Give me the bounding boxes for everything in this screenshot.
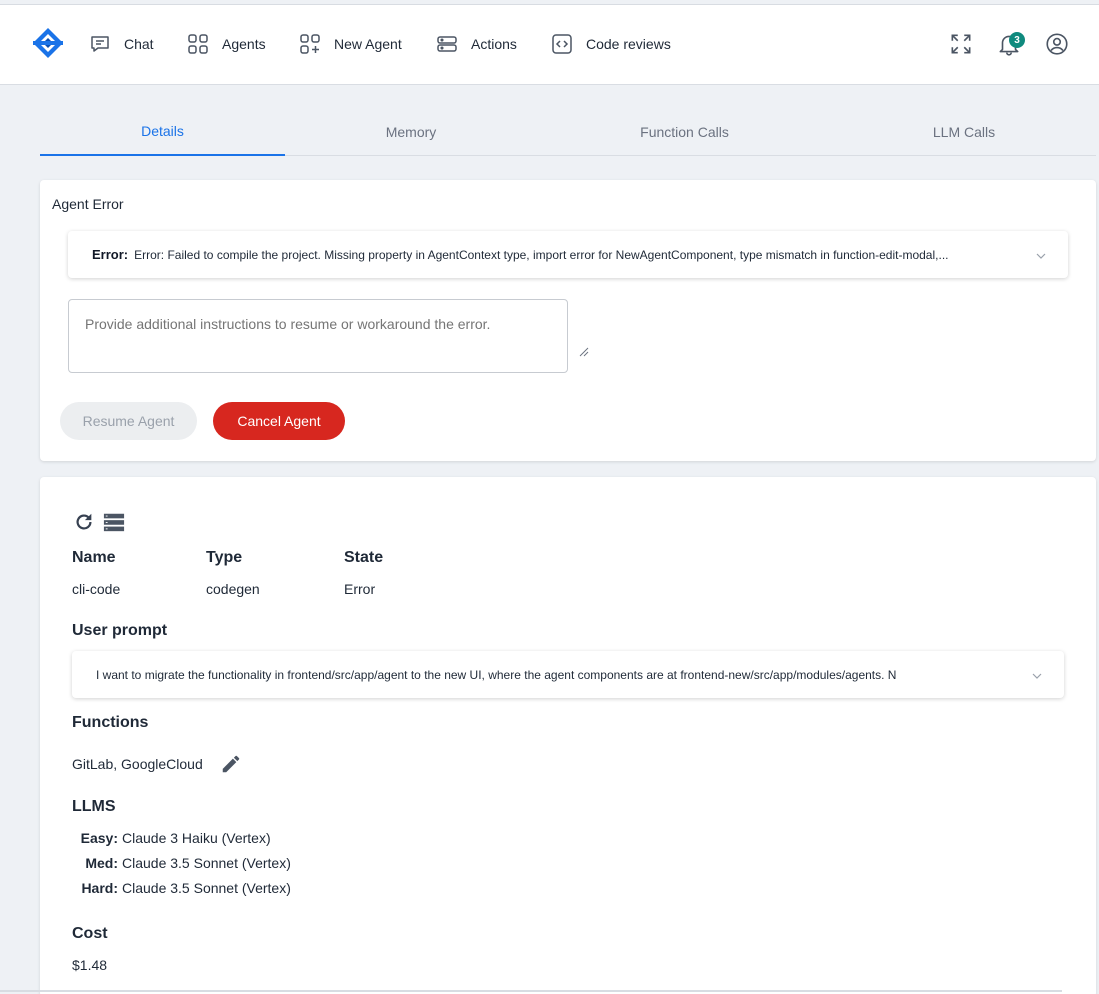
tab-details[interactable]: Details bbox=[40, 108, 285, 156]
nav-actions[interactable]: Actions bbox=[435, 32, 517, 56]
tab-llm-calls[interactable]: LLM Calls bbox=[832, 108, 1096, 156]
functions-value: GitLab, GoogleCloud bbox=[72, 756, 203, 772]
llm-model-med: Claude 3.5 Sonnet (Vertex) bbox=[122, 855, 291, 871]
top-navbar: Chat Agents New Agent Actions Code revie… bbox=[0, 5, 1099, 85]
llm-row-hard: Hard: Claude 3.5 Sonnet (Vertex) bbox=[72, 880, 291, 896]
tab-function-calls[interactable]: Function Calls bbox=[537, 108, 832, 156]
agent-error-card: Agent Error Error: Error: Failed to comp… bbox=[40, 180, 1096, 461]
new-agent-icon bbox=[300, 34, 320, 54]
chevron-down-icon bbox=[1036, 253, 1046, 259]
app-logo-icon[interactable] bbox=[30, 25, 66, 61]
agent-type-value: codegen bbox=[206, 581, 260, 597]
nav-agents-label: Agents bbox=[222, 36, 266, 52]
error-message: Error: Failed to compile the project. Mi… bbox=[134, 247, 949, 262]
llms-label: LLMS bbox=[72, 798, 116, 815]
resume-instructions-input[interactable] bbox=[68, 299, 568, 373]
nav-code-reviews[interactable]: Code reviews bbox=[550, 32, 671, 56]
user-prompt-text: I want to migrate the functionality in f… bbox=[96, 667, 897, 682]
actions-icon bbox=[437, 36, 457, 52]
llm-level-hard: Hard: bbox=[81, 880, 118, 896]
nav-new-agent-label: New Agent bbox=[334, 36, 402, 52]
cancel-agent-button[interactable]: Cancel Agent bbox=[213, 402, 345, 440]
agent-name-value: cli-code bbox=[72, 581, 121, 597]
agent-details-card: Name Type State cli-code codegen Error U… bbox=[40, 477, 1096, 994]
cost-value: $1.48 bbox=[72, 957, 108, 973]
list-view-icon[interactable] bbox=[103, 511, 125, 533]
chevron-down-icon bbox=[1032, 673, 1042, 679]
name-label: Name bbox=[72, 549, 116, 566]
nav-actions-label: Actions bbox=[471, 36, 517, 52]
cost-label: Cost bbox=[72, 925, 108, 942]
llm-level-med: Med: bbox=[85, 855, 118, 871]
bottom-scrollbar[interactable] bbox=[0, 990, 1062, 992]
error-label: Error: bbox=[92, 247, 129, 262]
error-expansion-panel[interactable]: Error: Error: Failed to compile the proj… bbox=[68, 231, 1068, 278]
account-icon[interactable] bbox=[1044, 31, 1070, 57]
notification-badge: 3 bbox=[1009, 32, 1025, 48]
nav-agents[interactable]: Agents bbox=[186, 32, 266, 56]
fullscreen-icon[interactable] bbox=[948, 31, 974, 57]
agents-icon bbox=[188, 34, 208, 54]
agent-state-value: Error bbox=[344, 581, 376, 597]
tab-memory[interactable]: Memory bbox=[285, 108, 537, 156]
user-prompt-expansion-panel[interactable]: I want to migrate the functionality in f… bbox=[72, 651, 1064, 698]
user-prompt-label: User prompt bbox=[72, 622, 168, 639]
llm-row-med: Med: Claude 3.5 Sonnet (Vertex) bbox=[72, 855, 291, 871]
llm-row-easy: Easy: Claude 3 Haiku (Vertex) bbox=[72, 830, 271, 846]
nav-code-reviews-label: Code reviews bbox=[586, 36, 671, 52]
resume-agent-button[interactable]: Resume Agent bbox=[60, 402, 197, 440]
state-label: State bbox=[344, 549, 384, 566]
code-icon bbox=[552, 34, 572, 54]
llm-model-easy: Claude 3 Haiku (Vertex) bbox=[122, 830, 271, 846]
llm-level-easy: Easy: bbox=[80, 830, 118, 846]
tab-bar: Details Memory Function Calls LLM Calls bbox=[40, 108, 1096, 156]
type-label: Type bbox=[206, 549, 243, 566]
chat-icon bbox=[91, 36, 109, 52]
llm-model-hard: Claude 3.5 Sonnet (Vertex) bbox=[122, 880, 291, 896]
functions-label: Functions bbox=[72, 714, 149, 731]
nav-chat-label: Chat bbox=[124, 36, 154, 52]
resize-grip-icon[interactable] bbox=[579, 347, 589, 357]
edit-pencil-icon[interactable] bbox=[220, 753, 242, 775]
nav-new-agent[interactable]: New Agent bbox=[298, 32, 402, 56]
refresh-icon[interactable] bbox=[73, 511, 95, 533]
nav-chat[interactable]: Chat bbox=[88, 32, 154, 56]
agent-error-title: Agent Error bbox=[52, 196, 124, 212]
